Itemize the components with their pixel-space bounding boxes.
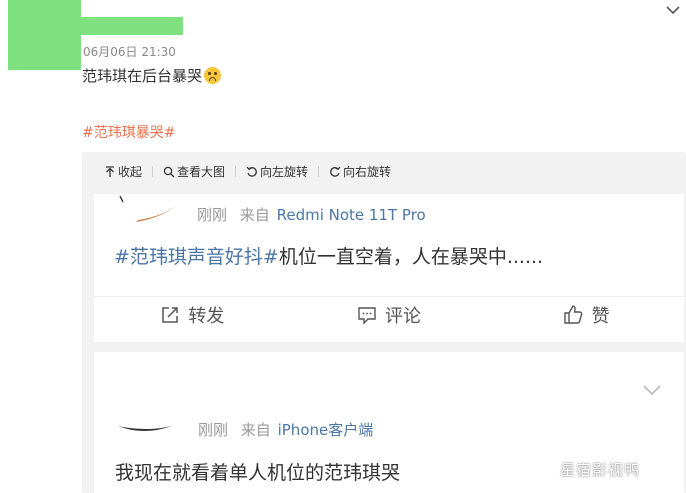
rotate-right-icon <box>330 166 341 177</box>
toolbar-divider <box>152 166 154 177</box>
rotate-right-button[interactable]: 向右旋转 <box>329 163 391 180</box>
chevron-down-icon[interactable] <box>664 2 682 16</box>
comment-button[interactable]: 评论 <box>291 297 488 332</box>
media-viewer-panel: 收起 查看大图 向左旋转 向右旋转 刚刚 来自 Redmi Note 11T P… <box>82 152 686 493</box>
rotate-left-label: 向左旋转 <box>260 165 309 179</box>
post-hashtag-link[interactable]: #范玮琪暴哭# <box>82 122 175 142</box>
card-source-line: 刚刚 来自 Redmi Note 11T Pro <box>197 204 426 225</box>
rotate-left-button[interactable]: 向左旋转 <box>246 163 308 180</box>
sad-face-emoji-icon <box>204 67 222 84</box>
redacted-username <box>81 17 183 35</box>
repost-icon <box>162 306 179 323</box>
post-text-content: 范玮琪在后台暴哭 <box>82 67 203 85</box>
comment-icon <box>358 306 376 325</box>
card-action-bar: 转发 评论 赞 <box>94 296 684 332</box>
card-time: 刚刚 <box>198 421 229 439</box>
collapse-label: 收起 <box>118 165 143 179</box>
collapse-button[interactable]: 收起 <box>104 163 142 180</box>
card-hashtag-link[interactable]: #范玮琪声音好抖# <box>114 246 279 268</box>
like-button[interactable]: 赞 <box>487 297 684 332</box>
chevron-down-icon[interactable] <box>642 382 662 401</box>
arrow-up-icon <box>106 165 114 177</box>
card-device-source[interactable]: iPhone客户端 <box>278 421 374 439</box>
image-toolbar: 收起 查看大图 向左旋转 向右旋转 <box>104 163 391 180</box>
magnifier-icon <box>163 166 175 177</box>
card-source-prefix: 来自 <box>240 421 271 439</box>
comment-label: 评论 <box>385 305 421 327</box>
watermark-text: 星宿影视鸭 <box>560 461 641 479</box>
view-large-label: 查看大图 <box>177 165 226 179</box>
card-source-prefix: 来自 <box>239 206 270 224</box>
repost-button[interactable]: 转发 <box>94 297 291 332</box>
avatar-fragment <box>118 426 172 431</box>
thumbs-up-icon <box>563 304 582 324</box>
like-label: 赞 <box>591 305 610 327</box>
rotate-right-label: 向右旋转 <box>343 165 392 179</box>
card-body-text: 我现在就看着单人机位的范玮琪哭 <box>115 462 401 484</box>
redacted-avatar <box>8 0 81 70</box>
toolbar-divider <box>318 166 320 177</box>
view-large-button[interactable]: 查看大图 <box>163 163 225 180</box>
embedded-post-card: 刚刚 来自 Redmi Note 11T Pro #范玮琪声音好抖#机位一直空着… <box>94 194 684 342</box>
repost-label: 转发 <box>188 305 225 327</box>
card-time: 刚刚 <box>197 206 228 224</box>
post-timestamp[interactable]: 06月06日 21:30 <box>83 43 176 60</box>
toolbar-divider <box>235 166 237 177</box>
card-body-text: #范玮琪声音好抖#机位一直空着，人在暴哭中...... <box>114 242 543 269</box>
card-device-source[interactable]: Redmi Note 11T Pro <box>277 206 426 224</box>
card-source-line: 刚刚 来自 iPhone客户端 <box>198 419 373 440</box>
post-text: 范玮琪在后台暴哭 <box>82 65 222 86</box>
card-body-content: 机位一直空着，人在暴哭中...... <box>278 246 544 268</box>
rotate-left-icon <box>246 166 257 177</box>
avatar-fragment <box>119 195 178 222</box>
